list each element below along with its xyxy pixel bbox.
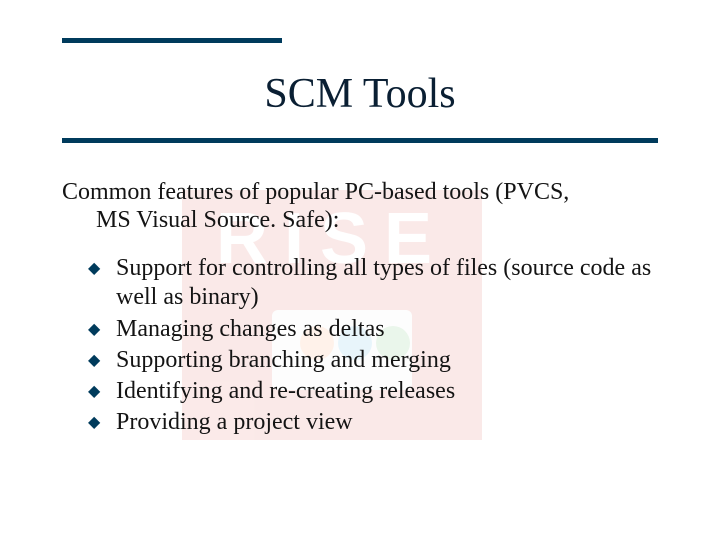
bullet-text: Providing a project view bbox=[116, 408, 658, 437]
bullet-text: Managing changes as deltas bbox=[116, 315, 658, 344]
diamond-bullet-icon: ◆ bbox=[88, 315, 116, 340]
intro-line-1: Common features of popular PC-based tool… bbox=[62, 178, 658, 206]
slide-title: SCM Tools bbox=[0, 70, 720, 118]
list-item: ◆ Supporting branching and merging bbox=[88, 346, 658, 375]
bullet-text: Identifying and re-creating releases bbox=[116, 377, 658, 406]
bullet-list: ◆ Support for controlling all types of f… bbox=[88, 254, 658, 440]
top-accent-rule bbox=[62, 38, 282, 43]
list-item: ◆ Managing changes as deltas bbox=[88, 315, 658, 344]
list-item: ◆ Providing a project view bbox=[88, 408, 658, 437]
bullet-text: Supporting branching and merging bbox=[116, 346, 658, 375]
title-underline bbox=[62, 138, 658, 143]
list-item: ◆ Support for controlling all types of f… bbox=[88, 254, 658, 313]
diamond-bullet-icon: ◆ bbox=[88, 254, 116, 279]
list-item: ◆ Identifying and re-creating releases bbox=[88, 377, 658, 406]
intro-line-2: MS Visual Source. Safe): bbox=[62, 206, 658, 234]
diamond-bullet-icon: ◆ bbox=[88, 408, 116, 433]
intro-paragraph: Common features of popular PC-based tool… bbox=[62, 178, 658, 235]
diamond-bullet-icon: ◆ bbox=[88, 346, 116, 371]
diamond-bullet-icon: ◆ bbox=[88, 377, 116, 402]
bullet-text: Support for controlling all types of fil… bbox=[116, 254, 658, 313]
